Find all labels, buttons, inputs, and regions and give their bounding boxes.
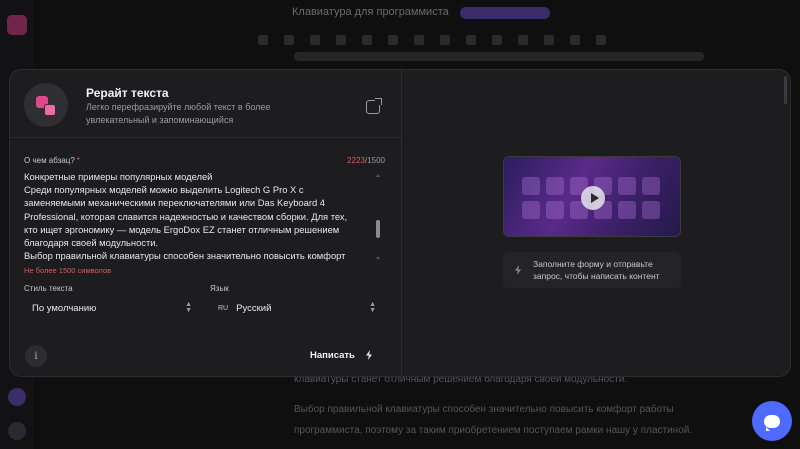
background-tag	[460, 7, 550, 19]
info-icon: i	[34, 350, 38, 362]
textarea-line: Среди популярных моделей можно выделить …	[24, 184, 304, 196]
sidebar-settings-icon[interactable]	[8, 422, 26, 440]
chat-button[interactable]	[752, 401, 792, 441]
hint-box: Заполните форму и отправьте запрос, чтоб…	[503, 252, 681, 288]
background-text-line: программиста, поэтому за таким приобрете…	[294, 425, 693, 436]
textarea-line: Конкретные примеры популярных моделей	[24, 171, 213, 182]
scrollbar-thumb[interactable]	[376, 220, 380, 238]
modal-subtitle: Легко перефразируйте любой текст в более…	[86, 102, 271, 125]
form-panel: Рерайт текста Легко перефразируйте любой…	[10, 70, 402, 376]
scroll-up-icon[interactable]	[376, 174, 380, 177]
style-label: Стиль текста	[24, 284, 73, 293]
character-limit-error: Не более 1500 символов	[24, 266, 112, 275]
language-code: RU	[218, 304, 229, 312]
language-label: Язык	[210, 284, 229, 293]
textarea-line: Выбор правильной клавиатуры способен зна…	[24, 250, 346, 262]
chevron-updown-icon: ▲ ▼	[369, 301, 376, 314]
background-editor-toolbar	[258, 32, 638, 46]
lightning-icon	[515, 265, 521, 275]
submit-label: Написать	[310, 349, 355, 361]
chat-icon	[764, 414, 780, 431]
background-text-line	[294, 52, 704, 61]
language-select-value: Русский	[236, 302, 272, 314]
rewrite-icon	[24, 83, 68, 127]
textarea-line: кто ищет эргономику — модель ErgoDox EZ …	[24, 223, 340, 235]
modal-header: Рерайт текста Легко перефразируйте любой…	[10, 70, 402, 138]
style-select[interactable]: По умолчанию ▲ ▼	[24, 295, 200, 321]
paragraph-textarea[interactable]: Конкретные примеры популярных моделей Ср…	[24, 170, 386, 264]
chevron-updown-icon: ▲ ▼	[185, 301, 192, 314]
info-button[interactable]: i	[25, 345, 47, 367]
lightning-icon	[365, 350, 372, 360]
app-logo[interactable]	[7, 15, 27, 35]
background-text-line: Выбор правильной клавиатуры способен зна…	[294, 404, 674, 415]
preview-panel: Заполните форму и отправьте запрос, чтоб…	[402, 70, 790, 376]
sidebar-avatar[interactable]	[8, 388, 26, 406]
textarea-scrollbar[interactable]	[376, 174, 380, 260]
hint-text: Заполните форму и отправьте запрос, чтоб…	[533, 259, 660, 281]
external-link-icon[interactable]	[366, 98, 382, 114]
character-counter: 2223/1500	[347, 156, 385, 165]
rewrite-modal: Рерайт текста Легко перефразируйте любой…	[9, 69, 791, 377]
textarea-line: благодаря своей модульности.	[24, 237, 159, 249]
scroll-down-icon[interactable]	[376, 257, 380, 260]
textarea-line: заменяемыми механическими переключателям…	[24, 197, 325, 209]
paragraph-field-label: О чем абзац? *	[24, 156, 80, 165]
panel-scrollbar[interactable]	[784, 76, 787, 104]
modal-title: Рерайт текста	[86, 86, 169, 100]
style-select-value: По умолчанию	[32, 302, 97, 314]
tutorial-video-thumbnail[interactable]	[503, 156, 681, 237]
required-mark: *	[76, 156, 80, 165]
language-select[interactable]: RU Русский ▲ ▼	[210, 295, 384, 321]
textarea-line: Professional, которая славится надежност…	[24, 210, 348, 222]
submit-button[interactable]: Написать	[301, 343, 381, 367]
background-document-title: Клавиатура для программиста	[292, 6, 449, 18]
play-icon[interactable]	[581, 186, 605, 210]
